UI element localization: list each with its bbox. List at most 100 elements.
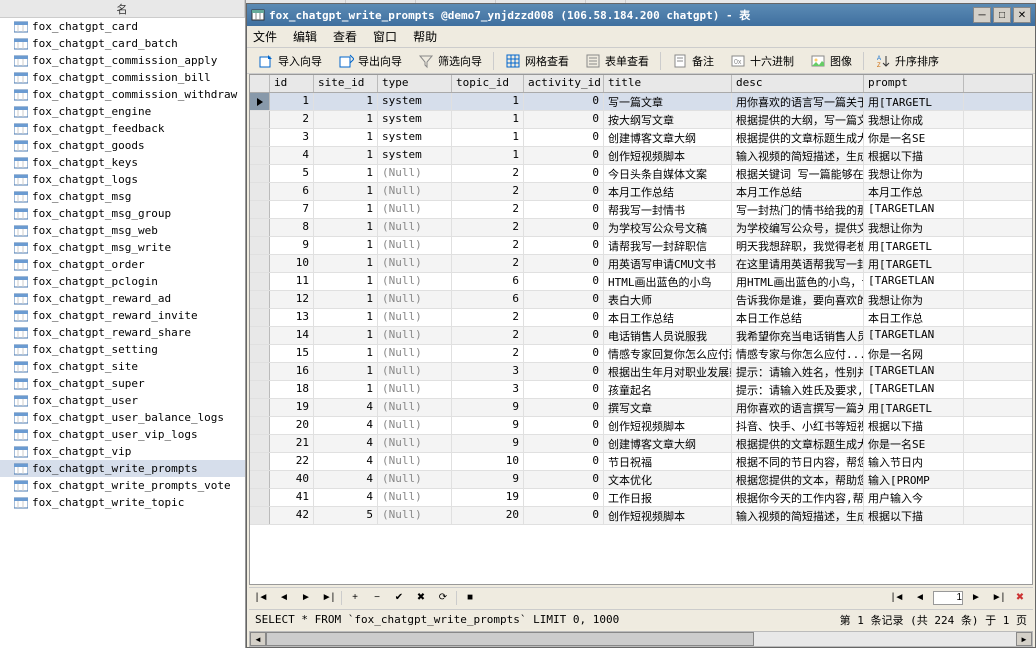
cell-id[interactable]: 2 <box>270 111 314 128</box>
cell-desc[interactable]: 输入视频的简短描述，生成 <box>732 507 864 524</box>
cell-title[interactable]: 撰写文章 <box>604 399 732 416</box>
cell-activity-id[interactable]: 0 <box>524 453 604 470</box>
col-activity-id[interactable]: activity_id <box>524 75 604 92</box>
tree-item[interactable]: fox_chatgpt_commission_apply <box>0 52 245 69</box>
cell-prompt[interactable]: [TARGETLAN <box>864 273 964 290</box>
cell-title[interactable]: 创作短视频脚本 <box>604 507 732 524</box>
cell-desc[interactable]: 根据提供的大纲，写一篇文 <box>732 111 864 128</box>
cell-prompt[interactable]: [TARGETLAN <box>864 363 964 380</box>
cell-prompt[interactable]: 用户输入今 <box>864 489 964 506</box>
cell-site-id[interactable]: 4 <box>314 435 378 452</box>
cell-id[interactable]: 6 <box>270 183 314 200</box>
close-button[interactable]: ✕ <box>1013 7 1031 23</box>
cell-type[interactable]: (Null) <box>378 201 452 218</box>
cell-id[interactable]: 41 <box>270 489 314 506</box>
cell-activity-id[interactable]: 0 <box>524 93 604 110</box>
cell-title[interactable]: 创作短视频脚本 <box>604 417 732 434</box>
table-row[interactable]: 204(Null)90创作短视频脚本抖音、快手、小红书等短视根据以下描 <box>250 417 1032 435</box>
cell-type[interactable]: (Null) <box>378 183 452 200</box>
row-header[interactable] <box>250 399 270 416</box>
col-prompt[interactable]: prompt <box>864 75 964 92</box>
col-title[interactable]: title <box>604 75 732 92</box>
tree-item[interactable]: fox_chatgpt_engine <box>0 103 245 120</box>
table-row[interactable]: 71(Null)20帮我写一封情书写一封热门的情书给我的那[TARGETLAN <box>250 201 1032 219</box>
cell-type[interactable]: (Null) <box>378 273 452 290</box>
cell-topic-id[interactable]: 9 <box>452 471 524 488</box>
tree-item[interactable]: fox_chatgpt_feedback <box>0 120 245 137</box>
col-site-id[interactable]: site_id <box>314 75 378 92</box>
cell-desc[interactable]: 根据关键词 写一篇能够在今 <box>732 165 864 182</box>
cell-type[interactable]: (Null) <box>378 399 452 416</box>
row-header[interactable] <box>250 183 270 200</box>
cell-prompt[interactable]: 根据以下描 <box>864 507 964 524</box>
cell-site-id[interactable]: 4 <box>314 471 378 488</box>
cell-type[interactable]: (Null) <box>378 453 452 470</box>
cell-activity-id[interactable]: 0 <box>524 111 604 128</box>
cell-id[interactable]: 5 <box>270 165 314 182</box>
tree-item[interactable]: fox_chatgpt_write_topic <box>0 494 245 511</box>
cell-activity-id[interactable]: 0 <box>524 345 604 362</box>
table-row[interactable]: 194(Null)90撰写文章用你喜欢的语言撰写一篇关用[TARGETL <box>250 399 1032 417</box>
cell-title[interactable]: 文本优化 <box>604 471 732 488</box>
cell-activity-id[interactable]: 0 <box>524 183 604 200</box>
nav-delete[interactable]: − <box>368 590 386 606</box>
filter-wizard-button[interactable]: 筛选向导 <box>411 50 489 72</box>
table-row[interactable]: 91(Null)20请帮我写一封辞职信明天我想辞职，我觉得老板用[TARGETL <box>250 237 1032 255</box>
cell-site-id[interactable]: 1 <box>314 129 378 146</box>
cell-topic-id[interactable]: 2 <box>452 237 524 254</box>
row-header[interactable] <box>250 147 270 164</box>
cell-title[interactable]: 根据出生年月对职业发展或 <box>604 363 732 380</box>
menu-help[interactable]: 帮助 <box>413 28 437 45</box>
cell-desc[interactable]: 用你喜欢的语言写一篇关于 <box>732 93 864 110</box>
row-header[interactable] <box>250 255 270 272</box>
menu-window[interactable]: 窗口 <box>373 28 397 45</box>
cell-desc[interactable]: 根据你今天的工作内容,帮 <box>732 489 864 506</box>
menu-view[interactable]: 查看 <box>333 28 357 45</box>
table-row[interactable]: 181(Null)30孩童起名提示：请输入姓氏及要求,?[TARGETLAN <box>250 381 1032 399</box>
table-row[interactable]: 101(Null)20用英语写申请CMU文书在这里请用英语帮我写一封用[TARG… <box>250 255 1032 273</box>
cell-desc[interactable]: 根据提供的文章标题生成大 <box>732 129 864 146</box>
cell-title[interactable]: 创作短视频脚本 <box>604 147 732 164</box>
cell-id[interactable]: 22 <box>270 453 314 470</box>
tree-item[interactable]: fox_chatgpt_write_prompts_vote <box>0 477 245 494</box>
cell-site-id[interactable]: 4 <box>314 399 378 416</box>
row-header[interactable] <box>250 219 270 236</box>
row-header[interactable] <box>250 381 270 398</box>
cell-id[interactable]: 11 <box>270 273 314 290</box>
cell-site-id[interactable]: 1 <box>314 327 378 344</box>
tree-item[interactable]: fox_chatgpt_goods <box>0 137 245 154</box>
tree-item[interactable]: fox_chatgpt_user <box>0 392 245 409</box>
cell-topic-id[interactable]: 9 <box>452 417 524 434</box>
tree-item[interactable]: fox_chatgpt_reward_ad <box>0 290 245 307</box>
cell-desc[interactable]: 本月工作总结 <box>732 183 864 200</box>
table-row[interactable]: 111(Null)60HTML画出蓝色的小鸟用HTML画出蓝色的小鸟，试[TAR… <box>250 273 1032 291</box>
page-last[interactable]: ►| <box>989 590 1007 606</box>
cell-site-id[interactable]: 1 <box>314 309 378 326</box>
table-row[interactable]: 41system10创作短视频脚本输入视频的简短描述，生成根据以下描 <box>250 147 1032 165</box>
cell-title[interactable]: 本日工作总结 <box>604 309 732 326</box>
table-row[interactable]: 21system10按大纲写文章根据提供的大纲，写一篇文我想让你成 <box>250 111 1032 129</box>
cell-id[interactable]: 14 <box>270 327 314 344</box>
col-id[interactable]: id <box>270 75 314 92</box>
cell-topic-id[interactable]: 9 <box>452 435 524 452</box>
cell-id[interactable]: 20 <box>270 417 314 434</box>
cell-id[interactable]: 8 <box>270 219 314 236</box>
cell-topic-id[interactable]: 1 <box>452 93 524 110</box>
cell-site-id[interactable]: 1 <box>314 237 378 254</box>
tree-item[interactable]: fox_chatgpt_commission_withdraw <box>0 86 245 103</box>
form-view-button[interactable]: 表单查看 <box>578 50 656 72</box>
row-header[interactable] <box>250 327 270 344</box>
cell-prompt[interactable]: 输入节日内 <box>864 453 964 470</box>
tree-item[interactable]: fox_chatgpt_order <box>0 256 245 273</box>
table-row[interactable]: 425(Null)200创作短视频脚本输入视频的简短描述，生成根据以下描 <box>250 507 1032 525</box>
cell-activity-id[interactable]: 0 <box>524 507 604 524</box>
cell-title[interactable]: 情感专家回复你怎么应付那 <box>604 345 732 362</box>
table-row[interactable]: 151(Null)20情感专家回复你怎么应付那情感专家与你怎么应付...你是一名… <box>250 345 1032 363</box>
cell-topic-id[interactable]: 3 <box>452 363 524 380</box>
col-topic-id[interactable]: topic_id <box>452 75 524 92</box>
col-type[interactable]: type <box>378 75 452 92</box>
tree-item[interactable]: fox_chatgpt_card <box>0 18 245 35</box>
table-row[interactable]: 121(Null)60表白大师告诉我你是谁，要向喜欢的我想让你为 <box>250 291 1032 309</box>
image-button[interactable]: 图像 <box>803 50 859 72</box>
cell-desc[interactable]: 根据您提供的文本，帮助您 <box>732 471 864 488</box>
